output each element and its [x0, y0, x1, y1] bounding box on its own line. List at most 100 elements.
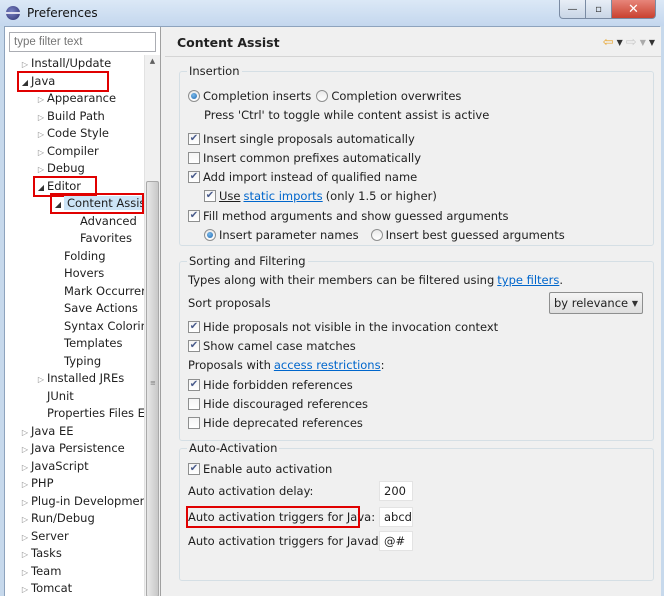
tree-item[interactable]: ▷Properties Files Ec: [35, 405, 145, 422]
collapsed-twisty-icon[interactable]: ▷: [19, 564, 31, 581]
insert-param-names-radio[interactable]: [204, 229, 216, 241]
delay-input[interactable]: 200: [379, 481, 413, 501]
collapsed-twisty-icon[interactable]: ▷: [35, 371, 47, 388]
tree-item[interactable]: ▷ PHP: [19, 475, 54, 492]
tree-item-label: Plug-in Development: [31, 493, 145, 508]
tree-item[interactable]: ▷ Code Style: [35, 125, 109, 142]
tree-item[interactable]: ▷ Run/Debug: [19, 510, 95, 527]
tree-item[interactable]: ▷ Plug-in Development: [19, 493, 145, 510]
sort-proposals-value: by relevance: [554, 296, 629, 310]
tree-item[interactable]: ▷ Debug: [35, 160, 85, 177]
tree-item-label: Tasks: [31, 546, 62, 560]
tree-item[interactable]: ▷Typing: [52, 353, 101, 370]
tree-item-label: Templates: [64, 336, 123, 350]
tree-item[interactable]: ▷Save Actions: [52, 300, 138, 317]
sort-proposals-select[interactable]: by relevance ▼: [549, 292, 643, 314]
tree-item[interactable]: ▷ Compiler: [35, 143, 99, 160]
collapsed-twisty-icon[interactable]: ▷: [19, 476, 31, 493]
back-arrow-icon[interactable]: ⇦: [603, 35, 614, 50]
scroll-up-icon[interactable]: ▲: [145, 57, 160, 65]
hide-not-visible-row[interactable]: ✔ Hide proposals not visible in the invo…: [188, 318, 498, 336]
enable-auto-activation-checkbox[interactable]: ✔: [188, 463, 200, 475]
enable-auto-activation-row[interactable]: ✔ Enable auto activation: [188, 460, 332, 478]
tree-item[interactable]: ▷Hovers: [52, 265, 104, 282]
tree-item[interactable]: ▷Templates: [52, 335, 122, 352]
tree-item[interactable]: ▷JUnit: [35, 388, 74, 405]
completion-inserts-radio[interactable]: [188, 90, 200, 102]
tree-item[interactable]: ▷ Installed JREs: [35, 370, 124, 387]
collapsed-twisty-icon[interactable]: ▷: [35, 109, 47, 126]
view-menu-icon[interactable]: ▼: [649, 38, 655, 47]
use-static-row[interactable]: ✔ Use static imports (only 1.5 or higher…: [204, 187, 437, 205]
access-restrictions-link[interactable]: access restrictions: [274, 356, 381, 374]
hide-deprecated-row[interactable]: Hide deprecated references: [188, 414, 363, 432]
tree-item[interactable]: ▷ JavaScript: [19, 458, 89, 475]
window-controls: — ▫ ✕: [559, 0, 656, 19]
tree-item-label: Typing: [64, 353, 102, 368]
tree-item-label: Installed JREs: [47, 371, 125, 385]
javadoc-triggers-input[interactable]: @#: [379, 531, 413, 551]
tree-item[interactable]: ▷Syntax Coloring: [52, 318, 145, 335]
add-import-checkbox[interactable]: ✔: [188, 171, 200, 183]
tree-item[interactable]: ▷ Tomcat: [19, 580, 72, 596]
filter-input[interactable]: [9, 32, 156, 52]
maximize-button[interactable]: ▫: [586, 0, 612, 19]
forward-menu-icon[interactable]: ▼: [640, 38, 646, 47]
collapsed-twisty-icon[interactable]: ▷: [19, 511, 31, 528]
insert-single-checkbox[interactable]: ✔: [188, 133, 200, 145]
collapsed-twisty-icon[interactable]: ▷: [19, 424, 31, 441]
collapsed-twisty-icon[interactable]: ▷: [35, 126, 47, 143]
fill-method-row[interactable]: ✔ Fill method arguments and show guessed…: [188, 207, 509, 225]
collapsed-twisty-icon[interactable]: ▷: [19, 529, 31, 546]
back-menu-icon[interactable]: ▼: [617, 38, 623, 47]
tree-item[interactable]: ▷Advanced: [68, 213, 137, 230]
completion-overwrites-radio[interactable]: [316, 90, 329, 102]
hide-forbidden-row[interactable]: ✔ Hide forbidden references: [188, 376, 353, 394]
tree-item[interactable]: ▷ Team: [19, 563, 61, 580]
collapsed-twisty-icon[interactable]: ▷: [19, 546, 31, 563]
auto-activation-group-title: Auto-Activation: [187, 441, 280, 455]
tree-item[interactable]: ▷Mark Occurren: [52, 283, 145, 300]
collapsed-twisty-icon[interactable]: ▷: [35, 144, 47, 161]
hide-not-visible-checkbox[interactable]: ✔: [188, 321, 200, 333]
forward-arrow-icon[interactable]: ⇨: [626, 35, 637, 50]
hide-deprecated-checkbox[interactable]: [188, 417, 200, 429]
static-imports-link[interactable]: static imports: [243, 187, 322, 205]
tree-item[interactable]: ▷ Build Path: [35, 108, 105, 125]
scrollbar-thumb[interactable]: ≡: [146, 181, 159, 596]
insert-param-names-label: Insert parameter names: [219, 228, 359, 242]
tree-item-label: Tomcat: [31, 581, 73, 595]
tree-item[interactable]: ▷ Server: [19, 528, 69, 545]
hide-discouraged-row[interactable]: Hide discouraged references: [188, 395, 368, 413]
close-button[interactable]: ✕: [612, 0, 656, 19]
collapsed-twisty-icon[interactable]: ▷: [19, 494, 31, 511]
minimize-button[interactable]: —: [559, 0, 586, 19]
tree-item-label: Java Persistence: [31, 441, 125, 455]
tree-item[interactable]: ▷ Tasks: [19, 545, 62, 562]
camel-case-checkbox[interactable]: ✔: [188, 340, 200, 352]
tree-item[interactable]: ▷Folding: [52, 248, 106, 265]
collapsed-twisty-icon[interactable]: ▷: [19, 441, 31, 458]
insert-common-row[interactable]: Insert common prefixes automatically: [188, 149, 421, 167]
insert-single-row[interactable]: ✔ Insert single proposals automatically: [188, 130, 415, 148]
insert-common-checkbox[interactable]: [188, 152, 200, 164]
tree-item[interactable]: ▷ Install/Update: [19, 55, 111, 72]
tree-item[interactable]: ▷Favorites: [68, 230, 132, 247]
tree-scrollbar[interactable]: ▲ ≡: [144, 55, 160, 596]
hide-forbidden-checkbox[interactable]: ✔: [188, 379, 200, 391]
tree-item[interactable]: ▷ Appearance: [35, 90, 116, 107]
use-static-checkbox[interactable]: ✔: [204, 190, 216, 202]
collapsed-twisty-icon[interactable]: ▷: [19, 459, 31, 476]
tree-item-label: Favorites: [80, 231, 132, 245]
collapsed-twisty-icon[interactable]: ▷: [35, 91, 47, 108]
add-import-row[interactable]: ✔ Add import instead of qualified name: [188, 168, 417, 186]
tree-item[interactable]: ▷ Java EE: [19, 423, 74, 441]
java-triggers-input[interactable]: abcde: [379, 507, 413, 527]
fill-method-checkbox[interactable]: ✔: [188, 210, 200, 222]
type-filters-link[interactable]: type filters: [497, 271, 559, 289]
insert-best-guessed-radio[interactable]: [370, 229, 383, 241]
hide-discouraged-checkbox[interactable]: [188, 398, 200, 410]
collapsed-twisty-icon[interactable]: ▷: [19, 581, 31, 596]
tree-item[interactable]: ▷ Java Persistence: [19, 440, 125, 457]
camel-case-row[interactable]: ✔ Show camel case matches: [188, 337, 356, 355]
